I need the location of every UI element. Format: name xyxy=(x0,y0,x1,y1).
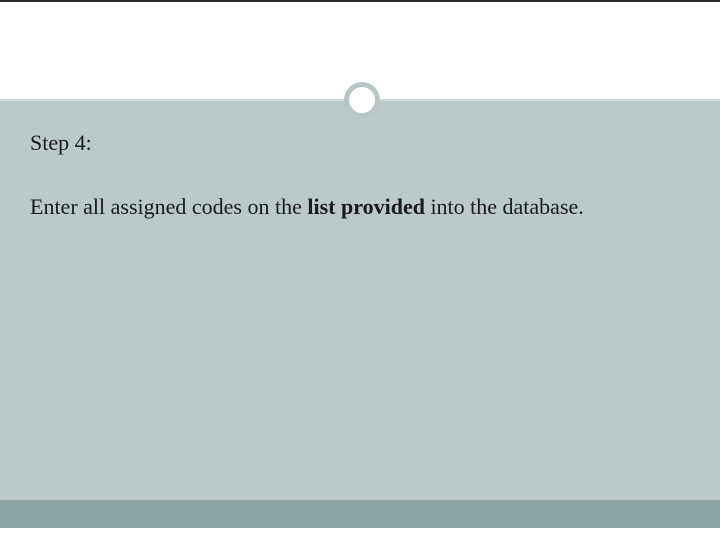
body-text-bold: list provided xyxy=(307,194,425,219)
footer-band xyxy=(0,500,720,528)
body-text-post: into the database. xyxy=(425,194,584,219)
slide: Step 4: Enter all assigned codes on the … xyxy=(0,0,720,540)
ring-icon xyxy=(344,82,380,118)
body-text-pre: Enter all assigned codes on the xyxy=(30,194,307,219)
body-text: Enter all assigned codes on the list pro… xyxy=(30,192,690,222)
step-title: Step 4: xyxy=(30,128,690,158)
bottom-strip xyxy=(0,528,720,540)
content-area: Step 4: Enter all assigned codes on the … xyxy=(30,128,690,221)
